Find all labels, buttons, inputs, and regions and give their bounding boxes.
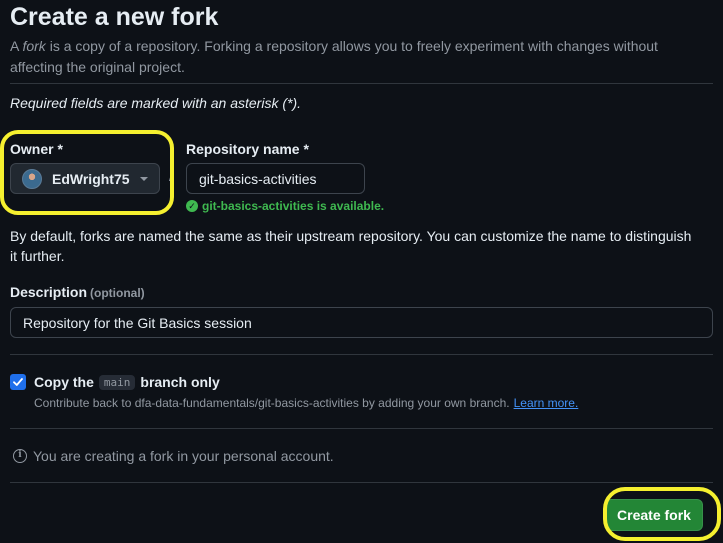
info-text: You are creating a fork in your personal… xyxy=(33,448,334,464)
copy-branch-label[interactable]: Copy the main branch only xyxy=(34,374,220,390)
owner-name: EdWright75 xyxy=(52,170,130,187)
copy-label-suffix: branch only xyxy=(140,374,220,390)
header-divider xyxy=(10,83,713,84)
page-title: Create a new fork xyxy=(10,3,219,31)
description-label: Description (optional) xyxy=(10,284,145,300)
footer-divider xyxy=(10,482,713,483)
subtitle-emphasis: fork xyxy=(22,38,46,54)
page-subtitle: A fork is a copy of a repository. Forkin… xyxy=(10,36,710,78)
copy-branch-hint: Contribute back to dfa-data-fundamentals… xyxy=(34,396,578,410)
chevron-down-icon xyxy=(140,176,148,181)
info-icon: i xyxy=(13,449,27,463)
required-fields-note: Required fields are marked with an aster… xyxy=(10,95,302,111)
personal-account-info: i You are creating a fork in your person… xyxy=(13,448,334,464)
check-circle-icon: ✓ xyxy=(186,200,198,212)
create-fork-button[interactable]: Create fork xyxy=(605,499,703,531)
description-label-text: Description xyxy=(10,284,88,300)
repository-name-label: Repository name * xyxy=(186,141,309,157)
availability-text: git-basics-activities is available. xyxy=(202,199,385,213)
default-name-note: By default, forks are named the same as … xyxy=(10,228,692,264)
learn-more-link[interactable]: Learn more. xyxy=(514,396,579,410)
owner-select[interactable]: EdWright75 xyxy=(10,163,160,194)
subtitle-prefix: A xyxy=(10,38,23,54)
repository-name-input[interactable] xyxy=(186,163,365,194)
copy-hint-text: Contribute back to dfa-data-fundamentals… xyxy=(34,396,510,410)
options-divider xyxy=(10,428,713,429)
description-input[interactable] xyxy=(10,307,713,338)
avatar xyxy=(22,168,42,189)
subtitle-text: is a copy of a repository. Forking a rep… xyxy=(10,38,658,75)
branch-name-code: main xyxy=(98,374,136,390)
checkmark-icon xyxy=(13,378,23,386)
copy-label-prefix: Copy the xyxy=(34,374,94,390)
optional-tag: (optional) xyxy=(90,286,145,300)
owner-label: Owner * xyxy=(10,141,63,157)
owner-repo-separator: / xyxy=(169,168,174,185)
copy-main-branch-checkbox[interactable] xyxy=(10,374,26,390)
description-divider xyxy=(10,354,713,355)
availability-message: ✓ git-basics-activities is available. xyxy=(186,199,384,213)
